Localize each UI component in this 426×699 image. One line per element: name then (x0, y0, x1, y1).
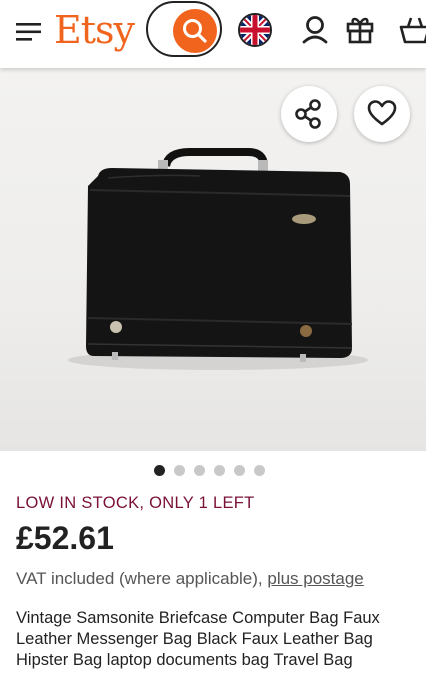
stock-notice: LOW IN STOCK, ONLY 1 LEFT (16, 494, 255, 512)
gallery-dot[interactable] (234, 465, 245, 476)
top-header: Etsy (0, 0, 426, 68)
search-field[interactable] (146, 1, 222, 57)
price: £52.61 (16, 520, 114, 556)
basket-icon[interactable] (398, 14, 426, 44)
search-icon (183, 19, 207, 43)
etsy-logo[interactable]: Etsy (54, 8, 135, 52)
gallery-dot[interactable] (214, 465, 225, 476)
gallery-pagination (154, 465, 265, 477)
postage-link[interactable]: plus postage (267, 569, 363, 588)
gallery-dot[interactable] (194, 465, 205, 476)
account-icon[interactable] (300, 14, 330, 44)
gallery-dot[interactable] (254, 465, 265, 476)
listing-title: Vintage Samsonite Briefcase Computer Bag… (16, 609, 380, 669)
heart-icon (367, 100, 397, 126)
menu-icon[interactable] (16, 20, 42, 44)
share-icon (295, 99, 321, 129)
share-button[interactable] (281, 86, 337, 142)
vat-text: VAT included (where applicable), (16, 569, 268, 588)
search-button[interactable] (173, 9, 217, 53)
uk-flag-icon[interactable] (238, 13, 272, 47)
gallery-dot[interactable] (154, 465, 165, 476)
gallery-dot[interactable] (174, 465, 185, 476)
gift-icon[interactable] (345, 14, 375, 44)
favorite-button[interactable] (354, 86, 410, 142)
vat-note: VAT included (where applicable), plus po… (16, 569, 364, 589)
